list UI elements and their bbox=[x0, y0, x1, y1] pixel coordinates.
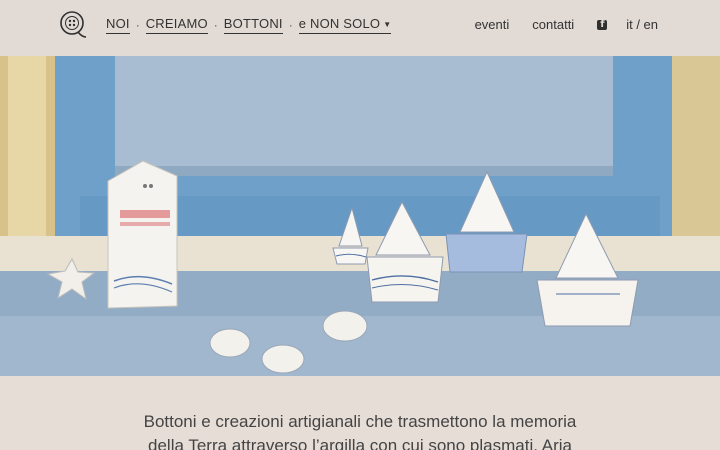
nav-item-bottoni[interactable]: BOTTONI bbox=[223, 16, 283, 34]
nav-separator: · bbox=[213, 18, 218, 32]
main-nav: NOI · CREIAMO · BOTTONI · e NON SOLO ▼ bbox=[106, 16, 392, 34]
chevron-down-icon: ▼ bbox=[383, 20, 392, 30]
nav-link-eventi[interactable]: eventi bbox=[475, 17, 510, 32]
nav-separator: · bbox=[288, 18, 293, 32]
nav-item-e-non-solo-label: e NON SOLO bbox=[298, 16, 381, 31]
logo-icon[interactable] bbox=[59, 10, 87, 40]
hero-image bbox=[0, 56, 720, 376]
intro-line-1: Bottoni e creazioni artigianali che tras… bbox=[143, 412, 577, 431]
language-switcher[interactable]: it / en bbox=[626, 17, 658, 32]
nav-separator: · bbox=[135, 18, 140, 32]
nav-item-noi[interactable]: NOI bbox=[106, 16, 130, 34]
intro-text: Bottoni e creazioni artigianali che tras… bbox=[0, 410, 720, 450]
site-header: NOI · CREIAMO · BOTTONI · e NON SOLO ▼ ev… bbox=[0, 0, 720, 56]
facebook-icon[interactable] bbox=[597, 19, 608, 30]
nav-item-creiamo[interactable]: CREIAMO bbox=[145, 16, 208, 34]
nav-item-e-non-solo[interactable]: e NON SOLO ▼ bbox=[298, 16, 392, 34]
secondary-nav: eventi contatti it / en bbox=[475, 17, 658, 32]
nav-link-contatti[interactable]: contatti bbox=[532, 17, 574, 32]
intro-line-2: della Terra attraverso l’argilla con cui… bbox=[148, 436, 572, 450]
